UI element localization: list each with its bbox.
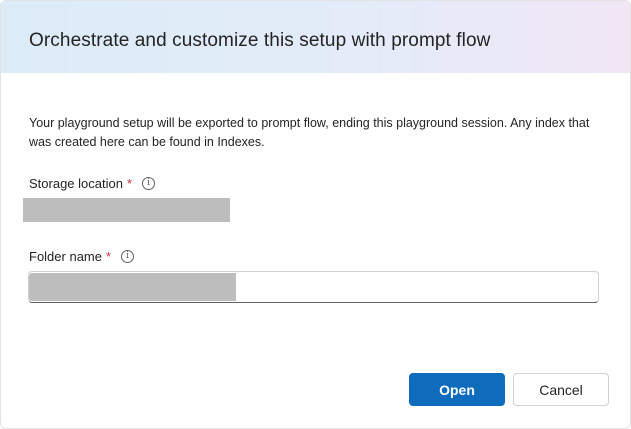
folder-name-label: Folder name * i [29,249,135,264]
info-icon[interactable]: i [121,250,135,263]
storage-location-value [23,198,230,222]
required-marker: * [126,176,133,191]
cancel-button[interactable]: Cancel [513,373,609,406]
dialog-title: Orchestrate and customize this setup wit… [29,30,491,51]
folder-name-label-text: Folder name [29,249,102,264]
storage-location-label: Storage location * i [29,176,156,191]
dialog-description: Your playground setup will be exported t… [29,116,590,149]
export-dialog: Orchestrate and customize this setup wit… [0,0,631,429]
open-button[interactable]: Open [409,373,505,406]
storage-location-label-text: Storage location [29,176,123,191]
required-marker: * [105,249,112,264]
dialog-header: Orchestrate and customize this setup wit… [1,1,630,73]
folder-name-input[interactable] [28,271,599,303]
folder-name-value [29,273,236,301]
info-icon[interactable]: i [142,177,156,190]
